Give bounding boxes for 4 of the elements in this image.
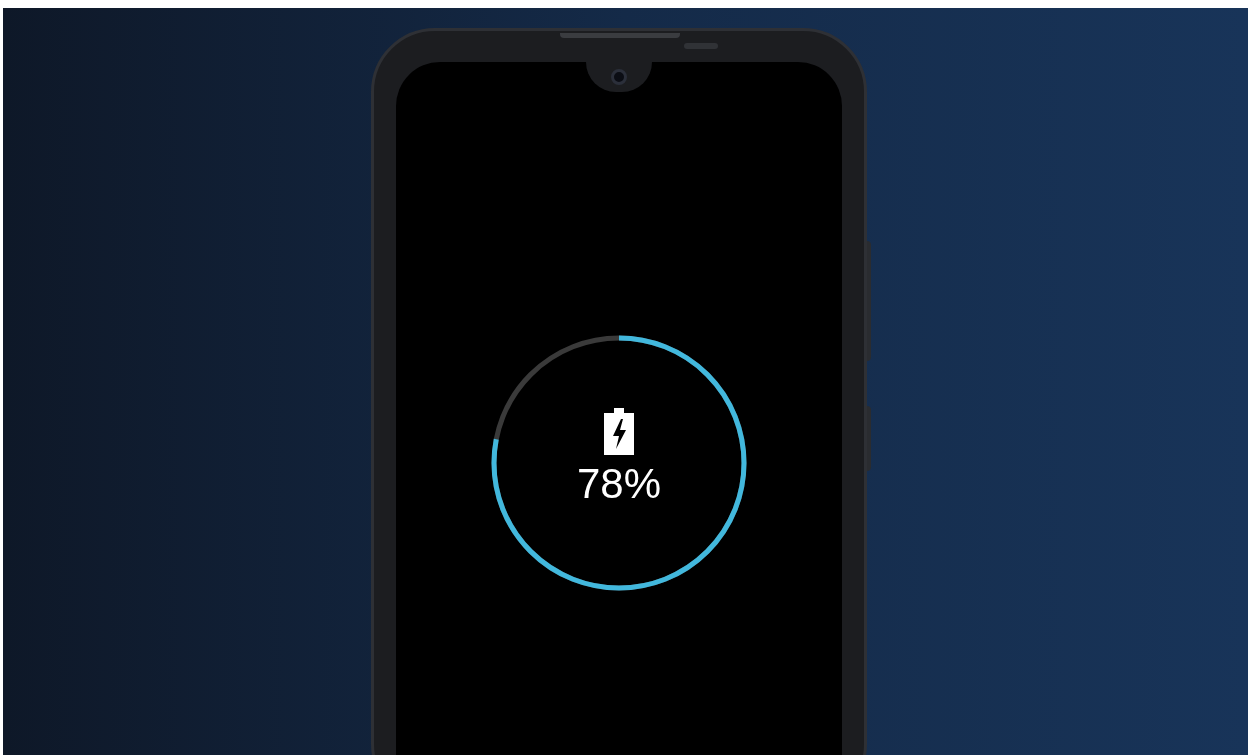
camera-icon [611,69,627,85]
speaker-grille-icon [560,33,680,38]
battery-charging-icon [604,408,634,455]
battery-percentage: 78% [576,463,662,505]
